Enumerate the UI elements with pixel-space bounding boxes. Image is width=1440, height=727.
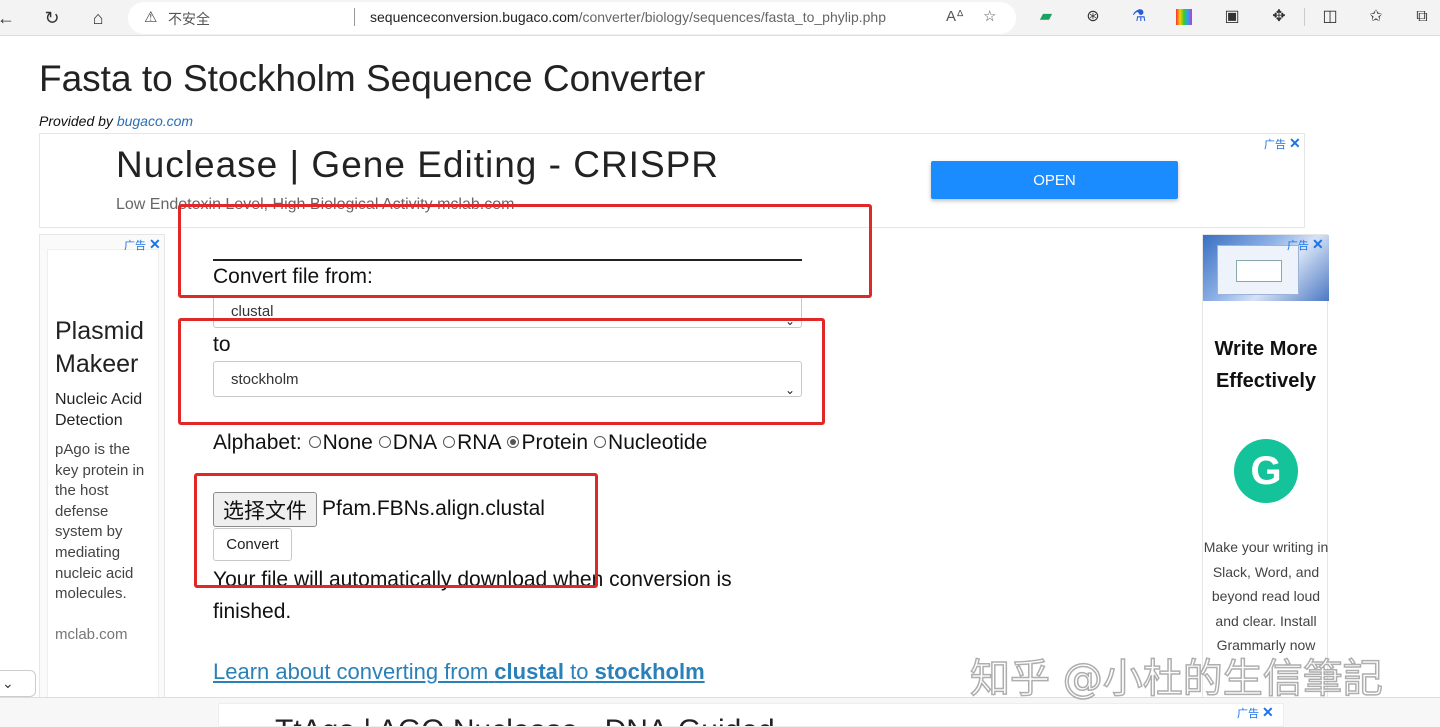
learn-mid: to (570, 659, 589, 684)
warning-icon: ⚠ (144, 9, 158, 26)
extension-color-icon[interactable] (1176, 9, 1192, 25)
radio-label-protein: Protein (521, 431, 589, 454)
learn-from-format: clustal (494, 659, 564, 684)
radio-label-rna: RNA (457, 431, 502, 454)
radio-protein[interactable] (507, 436, 520, 449)
browser-toolbar: ← ↻ ⌂ ⚠ 不安全 sequenceconversion.bugaco.co… (0, 0, 1440, 36)
address-separator (354, 8, 355, 26)
split-screen-icon[interactable]: ◫ (1320, 7, 1340, 27)
bottom-ad-choices[interactable]: 广告 ✕ (1237, 704, 1274, 721)
right-ad-body: Make your writing in Slack, Word, and be… (1203, 539, 1329, 653)
left-ad[interactable]: 广告 ✕ Plasmid Makeer Nucleic Acid Detectio… (39, 234, 165, 705)
top-ad-choices[interactable]: 广告 ✕ (1264, 135, 1301, 152)
radio-label-nucleotide: Nucleotide (608, 431, 708, 454)
left-ad-headline[interactable]: Plasmid Makeer (55, 315, 165, 381)
back-icon[interactable]: ← (0, 6, 18, 30)
extension-game-icon[interactable]: ▣ (1222, 7, 1242, 27)
top-ad-open-button[interactable]: OPEN (931, 161, 1178, 199)
radio-option-nucleotide[interactable]: Nucleotide (593, 431, 707, 454)
address-bar[interactable]: ⚠ 不安全 sequenceconversion.bugaco.com/conv… (128, 2, 1016, 34)
favorites-icon[interactable]: ✩ (1366, 7, 1386, 27)
close-icon[interactable]: ✕ (1262, 704, 1274, 720)
page-title: Fasta to Stockholm Sequence Converter (39, 58, 706, 99)
annotation-box-file (194, 473, 598, 588)
right-ad-headline[interactable]: Write More Effectively (1203, 333, 1329, 397)
learn-prefix: Learn about converting from (213, 659, 489, 684)
extension-icon[interactable]: ✥ (1269, 7, 1289, 27)
provided-by-label: Provided by (39, 113, 113, 129)
radio-label-none: None (322, 431, 373, 454)
provided-by: Provided by bugaco.com (39, 113, 193, 129)
bottom-ad-banner[interactable]: TtAgo | AGO Nuclease - DNA-Guided 广告✕ (218, 703, 1284, 727)
close-icon[interactable]: ✕ (1312, 236, 1324, 252)
radio-rna[interactable] (443, 436, 456, 449)
ad-label: 广告 (124, 240, 146, 252)
extension-flask-icon[interactable]: ⚗ (1129, 7, 1149, 27)
alphabet-group: Alphabet: None DNA RNA Protein Nucleotide (213, 431, 712, 455)
favorite-star-icon[interactable]: ☆ (983, 7, 996, 25)
bottom-ad-headline[interactable]: TtAgo | AGO Nuclease - DNA-Guided (275, 714, 775, 726)
learn-to-format: stockholm (594, 659, 705, 684)
annotation-box-to (178, 318, 825, 425)
collections-icon[interactable]: ⧉ (1412, 7, 1432, 27)
radio-option-protein[interactable]: Protein (506, 431, 588, 454)
read-aloud-icon[interactable]: Aᐞ (946, 7, 964, 25)
left-ad-body: pAgo is the key protein in the host defe… (55, 441, 145, 603)
left-ad-subhead: Nucleic Acid Detection (55, 391, 143, 429)
close-icon[interactable]: ✕ (149, 236, 161, 252)
extension-globe-icon[interactable]: ⊛ (1083, 7, 1103, 27)
ad-label: 广告 (1237, 708, 1259, 720)
url-path: /converter/biology/sequences/fasta_to_ph… (578, 9, 887, 25)
provider-link[interactable]: bugaco.com (117, 113, 193, 129)
left-ad-domain[interactable]: mclab.com (55, 626, 128, 643)
radio-option-rna[interactable]: RNA (442, 431, 501, 454)
security-label: 不安全 (168, 11, 210, 27)
ad-label: 广告 (1287, 240, 1309, 252)
radio-option-none[interactable]: None (308, 431, 373, 454)
top-ad-headline[interactable]: Nuclease | Gene Editing - CRISPR (116, 144, 719, 186)
radio-none[interactable] (308, 436, 321, 449)
reload-icon[interactable]: ↻ (40, 6, 64, 30)
radio-dna[interactable] (378, 436, 391, 449)
right-ad[interactable]: 广告 ✕ Write More Effectively G Make your w… (1202, 234, 1329, 704)
extension-green-icon[interactable]: ▰ (1036, 7, 1056, 27)
radio-label-dna: DNA (392, 431, 438, 454)
watermark: 知乎 @小杜的生信筆記 (969, 655, 1383, 703)
ad-label: 广告 (1264, 139, 1286, 151)
toolbar-separator (1304, 8, 1305, 26)
radio-option-dna[interactable]: DNA (378, 431, 437, 454)
learn-link[interactable]: Learn about converting from clustal to s… (213, 659, 705, 685)
right-ad-choices[interactable]: 广告 ✕ (1287, 236, 1324, 253)
radio-nucleotide[interactable] (594, 436, 607, 449)
close-icon[interactable]: ✕ (1289, 135, 1301, 151)
collapse-chevron-icon[interactable]: ⌄ (0, 670, 36, 697)
alphabet-label: Alphabet: (213, 431, 302, 454)
url-text[interactable]: sequenceconversion.bugaco.com/converter/… (370, 9, 886, 25)
annotation-box-from (178, 204, 872, 298)
left-ad-choices[interactable]: 广告 ✕ (124, 236, 161, 253)
right-ad-dialog-image (1236, 260, 1282, 282)
home-icon[interactable]: ⌂ (86, 6, 110, 30)
grammarly-logo-icon[interactable]: G (1234, 439, 1298, 503)
url-host: sequenceconversion.bugaco.com (370, 9, 579, 25)
